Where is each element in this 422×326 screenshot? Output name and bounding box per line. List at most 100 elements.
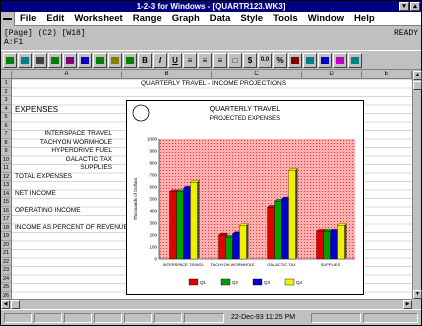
row-number[interactable]: 12	[1, 173, 11, 181]
column-d[interactable]: D	[302, 71, 362, 79]
row-number[interactable]: 9	[1, 147, 11, 156]
row-number[interactable]: 17	[1, 215, 11, 224]
bar	[225, 237, 233, 260]
underline-button[interactable]: U	[168, 52, 182, 68]
column-b[interactable]: B	[122, 71, 212, 79]
grid-icon[interactable]	[333, 52, 347, 68]
row-number[interactable]: 8	[1, 139, 11, 147]
row-number[interactable]: 7	[1, 130, 11, 139]
chart-logo-icon	[132, 104, 150, 122]
copy-icon[interactable]	[93, 52, 107, 68]
expense-item: INTERSPACE TRAVEL	[44, 130, 112, 137]
percent-button[interactable]: %	[273, 52, 287, 68]
row-number[interactable]: 19	[1, 232, 11, 241]
status-panel[interactable]	[124, 313, 152, 323]
system-menu-icon[interactable]	[1, 11, 15, 26]
sort-icon[interactable]	[303, 52, 317, 68]
scroll-right-icon[interactable]: ▶	[403, 300, 412, 309]
decimal-button[interactable]: 0.0	[258, 52, 272, 68]
row-number[interactable]: 23	[1, 266, 11, 275]
sum-icon[interactable]	[288, 52, 302, 68]
row-number[interactable]: 3	[1, 96, 11, 105]
worksheet[interactable]: A B C D E 1 2 3 4 5 6 7 8 9 10 11 12 13 14 15 16 17 18 19 2…	[1, 71, 412, 299]
scroll-thumb-h[interactable]	[11, 300, 20, 309]
format-indicator: [Page] (C2) [W18]	[4, 29, 86, 38]
vertical-scrollbar[interactable]: ▲ ▼	[412, 71, 422, 299]
preview-icon[interactable]	[48, 52, 62, 68]
row-number[interactable]: 20	[1, 241, 11, 249]
column-a[interactable]: A	[12, 71, 122, 79]
print-icon[interactable]	[33, 52, 47, 68]
row-number[interactable]: 18	[1, 224, 11, 232]
chart-frame[interactable]: QUARTERLY TRAVEL PROJECTED EXPENSES 0 100 20…	[126, 100, 364, 295]
menu-range[interactable]: Range	[128, 13, 167, 24]
bar	[239, 225, 247, 260]
corner-cell[interactable]	[1, 71, 12, 79]
nav-icon[interactable]	[348, 52, 362, 68]
row-number[interactable]: 16	[1, 207, 11, 215]
bar	[183, 188, 191, 260]
minimize-button[interactable]: ▾	[399, 2, 409, 11]
row-number[interactable]: 21	[1, 249, 11, 258]
status-panel[interactable]	[363, 313, 418, 323]
align-center-icon[interactable]: ≡	[198, 52, 212, 68]
menu-style[interactable]: Style	[235, 13, 268, 24]
row-number[interactable]: 6	[1, 122, 11, 130]
scroll-thumb[interactable]	[413, 81, 422, 90]
status-panel[interactable]	[34, 313, 62, 323]
status-panel[interactable]	[184, 313, 224, 323]
currency-button[interactable]: $	[243, 52, 257, 68]
row-number[interactable]: 4	[1, 105, 11, 113]
scroll-left-icon[interactable]: ◀	[1, 300, 10, 309]
bold-button[interactable]: B	[138, 52, 152, 68]
menu-tools[interactable]: Tools	[268, 13, 303, 24]
expense-item: SUPPLIES	[80, 164, 112, 171]
menu-graph[interactable]: Graph	[167, 13, 205, 24]
menu-file[interactable]: File	[15, 13, 41, 24]
status-panel[interactable]	[154, 313, 182, 323]
mode-indicator: READY	[393, 29, 418, 38]
paste-icon[interactable]	[108, 52, 122, 68]
graph-icon[interactable]	[318, 52, 332, 68]
scroll-down-icon[interactable]: ▼	[413, 290, 422, 299]
cut-icon[interactable]	[78, 52, 92, 68]
status-panel[interactable]	[4, 313, 32, 323]
open-icon[interactable]	[3, 52, 17, 68]
row-number[interactable]: 22	[1, 258, 11, 266]
menu-worksheet[interactable]: Worksheet	[69, 13, 127, 24]
row-number[interactable]: 14	[1, 190, 11, 198]
chart-icon[interactable]	[123, 52, 137, 68]
save-icon[interactable]	[18, 52, 32, 68]
status-panel[interactable]	[311, 313, 361, 323]
italic-button[interactable]: I	[153, 52, 167, 68]
border-icon[interactable]: □	[228, 52, 242, 68]
column-e[interactable]: E	[362, 71, 412, 79]
row-number[interactable]: 13	[1, 181, 11, 190]
maximize-button[interactable]: ▴	[410, 2, 420, 11]
menu-help[interactable]: Help	[349, 13, 380, 24]
row-number[interactable]: 15	[1, 198, 11, 207]
scroll-up-icon[interactable]: ▲	[413, 71, 422, 80]
undo-icon[interactable]	[63, 52, 77, 68]
row-number[interactable]: 11	[1, 164, 11, 173]
cell-address[interactable]: A:F1	[4, 38, 23, 47]
row-number[interactable]: 2	[1, 88, 11, 96]
align-left-icon[interactable]: ≡	[183, 52, 197, 68]
status-panel[interactable]	[94, 313, 122, 323]
align-right-icon[interactable]: ≡	[213, 52, 227, 68]
horizontal-scrollbar[interactable]: ◀ ▶	[1, 299, 412, 309]
menu-window[interactable]: Window	[303, 13, 349, 24]
row-number[interactable]: 10	[1, 156, 11, 164]
row-number[interactable]: 5	[1, 113, 11, 122]
status-panel[interactable]	[64, 313, 92, 323]
y-tick-label: 100	[149, 245, 157, 250]
menu-edit[interactable]: Edit	[41, 13, 69, 24]
row-number[interactable]: 25	[1, 283, 11, 292]
row-number[interactable]: 1	[1, 79, 11, 88]
row-number[interactable]: 24	[1, 275, 11, 283]
column-c[interactable]: C	[212, 71, 302, 79]
row-number[interactable]: 26	[1, 292, 11, 300]
menu-data[interactable]: Data	[205, 13, 236, 24]
legend-label: Q3	[264, 280, 271, 285]
bar-chart[interactable]: QUARTERLY TRAVEL PROJECTED EXPENSES 0 100 20…	[127, 101, 363, 294]
